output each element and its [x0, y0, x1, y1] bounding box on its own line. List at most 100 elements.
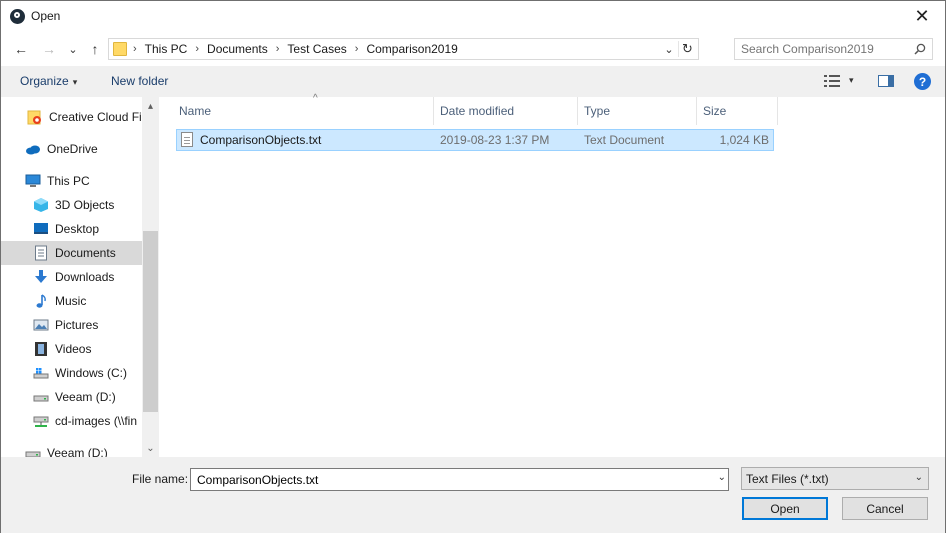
file-date-modified: 2019-08-23 1:37 PM: [440, 133, 550, 147]
refresh-button[interactable]: ↻: [678, 41, 696, 57]
sidebar-item-label: Videos: [55, 342, 92, 356]
scroll-down-icon[interactable]: ⌄: [142, 440, 159, 457]
column-header-label: Name: [179, 104, 212, 118]
table-row[interactable]: ComparisonObjects.txt 2019-08-23 1:37 PM…: [176, 129, 774, 151]
pictures-icon: [33, 317, 49, 333]
sidebar-item-label: Veeam (D:): [47, 446, 108, 457]
creative-cloud-icon: [27, 109, 43, 125]
sidebar-item-desktop[interactable]: Desktop: [33, 217, 159, 241]
sort-ascending-icon: ^: [313, 93, 318, 104]
sidebar-item-documents[interactable]: Documents: [1, 241, 142, 265]
up-arrow-icon: ↑: [91, 41, 99, 57]
file-type: Text Document: [584, 133, 665, 147]
sidebar-item-videos[interactable]: Videos: [33, 337, 159, 361]
videos-icon: [33, 341, 49, 357]
help-icon[interactable]: ?: [914, 73, 931, 90]
column-header-label: Size: [703, 104, 727, 118]
forward-button[interactable]: →: [40, 40, 58, 58]
address-dropdown-button[interactable]: ⌄: [662, 41, 676, 57]
scrollbar-thumb[interactable]: [143, 231, 158, 412]
back-button[interactable]: ←: [12, 40, 30, 58]
search-box[interactable]: [734, 38, 933, 60]
sidebar-item-this-pc[interactable]: This PC: [25, 169, 159, 193]
address-bar[interactable]: › This PC › Documents › Test Cases › Com…: [108, 38, 699, 60]
file-name-input[interactable]: [195, 472, 705, 488]
open-dialog: Open ✕ ← → ⌄ ↑ › This PC › Documents › T…: [0, 0, 946, 533]
sidebar-scrollbar[interactable]: ▴ ⌄: [142, 97, 159, 457]
back-arrow-icon: ←: [14, 41, 28, 57]
sidebar-item-label: Veeam (D:): [55, 390, 116, 404]
sidebar-item-cd-images[interactable]: cd-images (\\fin: [33, 409, 159, 433]
sidebar-item-music[interactable]: Music: [33, 289, 159, 313]
close-icon: ✕: [914, 6, 930, 26]
open-button[interactable]: Open: [742, 497, 828, 520]
column-header-type[interactable]: Type: [578, 97, 697, 125]
file-name: ComparisonObjects.txt: [200, 133, 322, 147]
file-type-select[interactable]: Text Files (*.txt) ⌄: [741, 467, 929, 490]
organize-label: Organize: [20, 74, 69, 88]
sidebar-item-label: Documents: [55, 246, 116, 260]
new-folder-button[interactable]: New folder: [111, 74, 168, 88]
sidebar-item-veeam-d-2[interactable]: Veeam (D:): [25, 441, 159, 457]
preview-pane-icon[interactable]: [878, 75, 894, 87]
folder-icon: [113, 42, 127, 56]
breadcrumb-separator-icon[interactable]: ›: [133, 43, 137, 55]
navigation-bar: ← → ⌄ ↑ › This PC › Documents › Test Cas…: [1, 32, 945, 66]
chevron-down-icon[interactable]: ⌄: [718, 472, 726, 483]
file-type-value: Text Files (*.txt): [746, 472, 829, 486]
sidebar-item-creative-cloud[interactable]: Creative Cloud Fil: [27, 105, 159, 129]
view-options-icon[interactable]: [824, 75, 840, 87]
sidebar-item-label: This PC: [47, 174, 90, 188]
sidebar-item-onedrive[interactable]: OneDrive: [25, 137, 159, 161]
file-name-combobox[interactable]: ⌄: [190, 468, 729, 491]
navigation-pane: Creative Cloud Fil OneDrive This PC 3D O…: [1, 97, 159, 457]
downloads-icon: [33, 269, 49, 285]
file-name-label: File name:: [132, 472, 189, 486]
breadcrumb-separator-icon[interactable]: ›: [276, 43, 280, 55]
file-list: Name ^ Date modified Type Size Compariso…: [159, 93, 945, 457]
column-header-date-modified[interactable]: Date modified: [434, 97, 578, 125]
drive-icon: [33, 365, 49, 381]
chevron-down-icon: ⌄: [68, 43, 78, 56]
column-header-name[interactable]: Name ^: [173, 93, 434, 125]
sidebar-item-veeam-d[interactable]: Veeam (D:): [33, 385, 159, 409]
sidebar-item-label: Music: [55, 294, 87, 308]
cancel-button[interactable]: Cancel: [842, 497, 928, 520]
breadcrumb-comparison2019[interactable]: Comparison2019: [366, 42, 457, 56]
recent-locations-button[interactable]: ⌄: [64, 40, 82, 58]
command-bar: Organize ▾ New folder ▾ ?: [1, 66, 945, 97]
up-button[interactable]: ↑: [86, 40, 104, 58]
sidebar-item-label: cd-images (\\fin: [55, 414, 138, 428]
drive-icon: [25, 445, 41, 457]
search-input[interactable]: [739, 41, 909, 57]
column-header-size[interactable]: Size: [697, 97, 778, 125]
scroll-up-icon[interactable]: ▴: [142, 98, 159, 115]
documents-icon: [33, 245, 49, 261]
breadcrumb-separator-icon[interactable]: ›: [195, 43, 199, 55]
breadcrumb-test-cases[interactable]: Test Cases: [287, 42, 346, 56]
file-size: 1,024 KB: [719, 133, 769, 147]
sidebar-item-pictures[interactable]: Pictures: [33, 313, 159, 337]
sidebar-item-label: Pictures: [55, 318, 99, 332]
music-icon: [33, 293, 49, 309]
sidebar-item-downloads[interactable]: Downloads: [33, 265, 159, 289]
organize-button[interactable]: Organize ▾: [20, 74, 77, 88]
breadcrumb-separator-icon[interactable]: ›: [355, 43, 359, 55]
network-drive-icon: [33, 413, 49, 429]
sidebar-item-label: 3D Objects: [55, 198, 115, 212]
column-header-label: Type: [584, 104, 611, 118]
caret-down-icon: ▾: [72, 77, 78, 87]
breadcrumb-this-pc[interactable]: This PC: [145, 42, 188, 56]
3d-objects-icon: [33, 197, 49, 213]
search-icon: [914, 43, 926, 55]
breadcrumb-documents[interactable]: Documents: [207, 42, 268, 56]
sidebar-item-windows-c[interactable]: Windows (C:): [33, 361, 159, 385]
bottom-panel: File name: ⌄ Text Files (*.txt) ⌄ Open C…: [1, 457, 945, 533]
sidebar-item-label: OneDrive: [47, 142, 98, 156]
view-dropdown-icon[interactable]: ▾: [849, 75, 854, 86]
text-file-icon: [181, 132, 193, 147]
sidebar-item-label: Downloads: [55, 270, 115, 284]
chevron-down-icon: ⌄: [664, 43, 674, 56]
close-button[interactable]: ✕: [899, 1, 945, 32]
sidebar-item-3d-objects[interactable]: 3D Objects: [33, 193, 159, 217]
